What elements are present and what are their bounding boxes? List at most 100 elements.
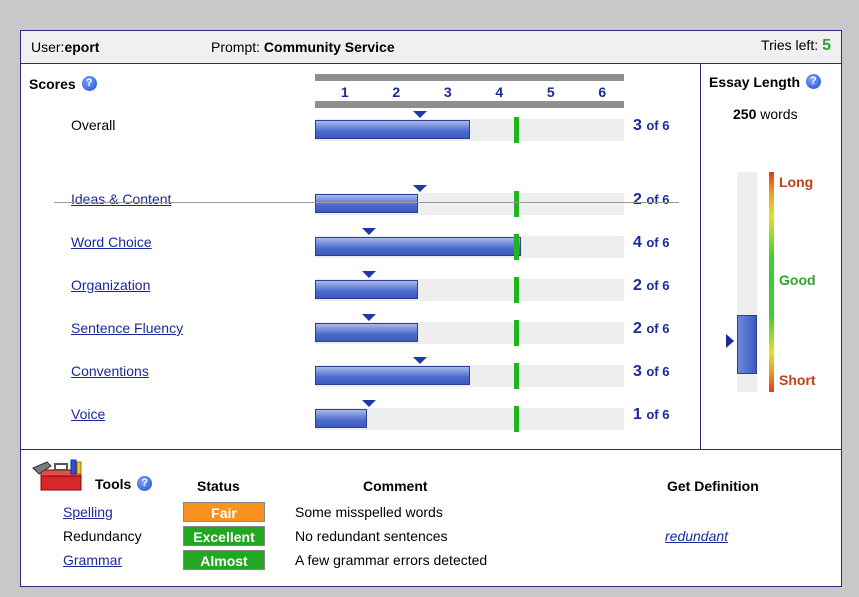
score-bar-track	[315, 185, 624, 217]
score-value: 2 of 6	[633, 320, 669, 338]
score-value: 3 of 6	[633, 363, 669, 381]
peer-marker-icon	[361, 314, 376, 321]
peer-marker-icon	[361, 400, 376, 407]
score-label[interactable]: Conventions	[71, 363, 149, 379]
tool-name[interactable]: Grammar	[63, 552, 122, 568]
definition-link[interactable]: redundant	[665, 528, 728, 544]
tries-info: Tries left: 5	[761, 37, 831, 55]
score-bar-track	[315, 400, 624, 432]
length-meter	[737, 172, 757, 392]
user-value: eport	[64, 39, 100, 55]
tool-row: Grammar Almost A few grammar errors detect…	[21, 550, 841, 572]
score-bar-fill	[315, 194, 418, 213]
status-header: Status	[197, 478, 240, 494]
peer-marker-icon	[413, 357, 427, 364]
score-number: 1	[633, 406, 642, 423]
status-badge: Excellent	[183, 526, 265, 546]
essay-length-title-text: Essay Length	[709, 74, 801, 90]
score-of-total: of 6	[646, 364, 670, 379]
definition-header: Get Definition	[667, 478, 759, 494]
tries-count: 5	[822, 37, 831, 54]
scores-section: Scores ? 123456 Overall 3 of 6 Ideas & Con…	[21, 64, 701, 449]
tool-comment: Some misspelled words	[295, 504, 443, 520]
tool-row: Spelling Fair Some misspelled words	[21, 502, 841, 524]
scores-title: Scores ?	[29, 76, 97, 92]
peer-marker-icon	[361, 228, 376, 235]
score-bar-fill	[315, 237, 521, 256]
target-line	[514, 363, 519, 389]
help-icon[interactable]: ?	[81, 76, 97, 91]
score-bar-fill	[315, 120, 470, 139]
scale-tick-6: 6	[598, 84, 607, 100]
score-of-total: of 6	[646, 192, 670, 207]
status-badge: Fair	[183, 502, 265, 522]
score-bar-track	[315, 357, 624, 389]
score-value: 2 of 6	[633, 191, 669, 209]
score-row: Voice 1 of 6	[21, 398, 701, 432]
score-row: Sentence Fluency 2 of 6	[21, 312, 701, 346]
score-value: 2 of 6	[633, 277, 669, 295]
peer-marker-icon	[413, 185, 427, 192]
help-icon[interactable]: ?	[137, 476, 153, 491]
tools-section: Tools ? Status Comment Get Definition Sp…	[21, 449, 841, 587]
tool-name[interactable]: Spelling	[63, 504, 113, 520]
score-bar-fill	[315, 323, 418, 342]
score-row: Overall 3 of 6	[21, 109, 701, 143]
score-label[interactable]: Organization	[71, 277, 150, 293]
scale-tick-1: 1	[340, 84, 349, 100]
tools-title: Tools ?	[95, 476, 153, 492]
help-icon[interactable]: ?	[805, 74, 821, 89]
user-label: User:	[31, 39, 65, 55]
scale-tick-2: 2	[392, 84, 401, 100]
score-bar-fill	[315, 366, 470, 385]
score-row: Conventions 3 of 6	[21, 355, 701, 389]
comment-header: Comment	[363, 478, 428, 494]
score-value: 1 of 6	[633, 406, 669, 424]
score-of-total: of 6	[646, 321, 670, 336]
feedback-panel: User:eport Prompt: Community Service Tri…	[20, 30, 842, 587]
target-line	[514, 117, 519, 143]
tools-title-text: Tools	[95, 476, 132, 492]
score-bar-track	[315, 228, 624, 260]
tries-label: Tries left:	[761, 37, 819, 53]
essay-length-title: Essay Length ?	[709, 74, 821, 90]
scale-bar-top	[315, 74, 624, 81]
prompt-label: Prompt:	[211, 39, 261, 55]
score-scale: 1 2 3 4 5 6	[315, 74, 624, 108]
score-number: 2	[633, 191, 642, 208]
score-label[interactable]: Voice	[71, 406, 105, 422]
score-label[interactable]: Word Choice	[71, 234, 152, 250]
score-value: 4 of 6	[633, 234, 669, 252]
score-label[interactable]: Sentence Fluency	[71, 320, 183, 336]
user-info: User:eport	[31, 39, 99, 55]
toolbox-icon	[32, 459, 82, 491]
score-bar-track	[315, 111, 624, 143]
score-bar-track	[315, 314, 624, 346]
scale-tick-5: 5	[546, 84, 555, 100]
score-of-total: of 6	[646, 278, 670, 293]
word-count: 250 words	[733, 106, 798, 122]
score-value: 3 of 6	[633, 117, 669, 135]
scale-bar-bottom	[315, 101, 624, 108]
tool-comment: A few grammar errors detected	[295, 552, 488, 568]
score-label[interactable]: Ideas & Content	[71, 191, 171, 207]
target-line	[514, 277, 519, 303]
score-row: Organization 2 of 6	[21, 269, 701, 303]
score-label: Overall	[71, 117, 116, 133]
score-row: Ideas & Content 2 of 6	[21, 183, 701, 217]
length-gradient	[769, 172, 774, 392]
score-bar-track	[315, 271, 624, 303]
essay-length-section: Essay Length ? 250 words Long Good Short	[701, 64, 842, 449]
score-of-total: of 6	[646, 118, 670, 133]
tool-row: Redundancy Excellent No redundant sentence…	[21, 526, 841, 548]
score-number: 4	[633, 234, 642, 251]
info-bar: User:eport Prompt: Community Service Tri…	[21, 31, 841, 64]
score-bar-fill	[315, 280, 418, 299]
score-number: 2	[633, 277, 642, 294]
word-count-label: words	[760, 106, 798, 122]
length-good-label: Good	[779, 272, 816, 288]
length-short-label: Short	[779, 372, 816, 388]
scores-title-text: Scores	[29, 76, 76, 92]
length-meter-fill	[737, 314, 757, 374]
status-badge: Almost	[183, 550, 265, 570]
